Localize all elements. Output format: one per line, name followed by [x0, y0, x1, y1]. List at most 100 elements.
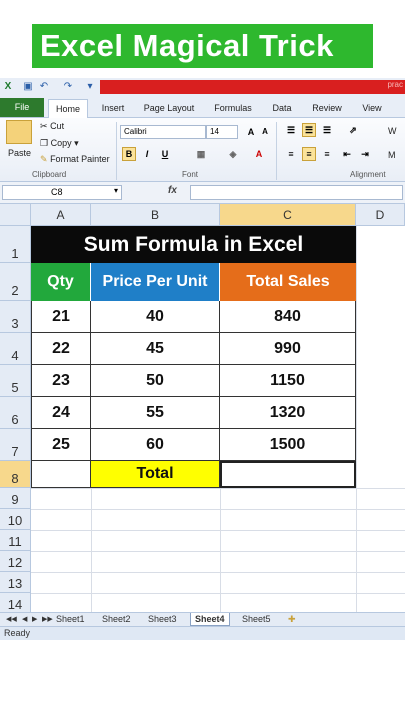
table-cell-price[interactable]: 55	[91, 397, 220, 429]
sheet-tab-2[interactable]: Sheet2	[98, 613, 135, 626]
tab-view[interactable]: View	[356, 99, 388, 118]
column-header-d[interactable]: D	[356, 204, 405, 226]
align-middle-icon[interactable]: ☰	[302, 123, 316, 137]
row-header-5[interactable]: 5	[0, 365, 31, 397]
table-cell-price[interactable]: 50	[91, 365, 220, 397]
shrink-font-button[interactable]: A	[258, 125, 272, 139]
header-qty[interactable]: Qty	[31, 263, 91, 301]
align-right-icon[interactable]: ≡	[320, 147, 334, 161]
font-size-select[interactable]: 14	[206, 125, 238, 139]
table-cell-qty[interactable]: 23	[31, 365, 91, 397]
row-header-9[interactable]: 9	[0, 488, 31, 509]
total-value-cell-selected[interactable]	[220, 461, 356, 488]
sheet-tab-bar: ◀◀ ◀ ▶ ▶▶ Sheet1 Sheet2 Sheet3 Sheet4 Sh…	[0, 612, 405, 626]
table-cell-total-sales[interactable]: 990	[220, 333, 356, 365]
header-price-per-unit[interactable]: Price Per Unit	[91, 263, 220, 301]
clipboard-group-label: Clipboard	[32, 170, 67, 179]
table-cell-qty[interactable]: 24	[31, 397, 91, 429]
merge-center-button[interactable]: M	[388, 150, 396, 160]
format-painter-label: Format Painter	[50, 154, 110, 164]
table-cell-price[interactable]: 60	[91, 429, 220, 461]
table-cell-qty[interactable]: 25	[31, 429, 91, 461]
tab-data[interactable]: Data	[266, 99, 298, 118]
table-cell-total-sales[interactable]: 1150	[220, 365, 356, 397]
align-top-icon[interactable]: ☰	[284, 123, 298, 137]
borders-icon[interactable]: ▦	[194, 147, 208, 161]
table-cell-qty[interactable]: 21	[31, 301, 91, 333]
table-title[interactable]: Sum Formula in Excel	[31, 226, 356, 263]
row-header-2[interactable]: 2	[0, 263, 31, 301]
scissors-icon: ✂	[40, 121, 48, 131]
name-box-dropdown-icon[interactable]: ▾	[114, 186, 118, 195]
table-cell-price[interactable]: 45	[91, 333, 220, 365]
column-header-b[interactable]: B	[91, 204, 220, 226]
table-cell-total-sales[interactable]: 840	[220, 301, 356, 333]
sheet-tab-1[interactable]: Sheet1	[52, 613, 89, 626]
copy-label: Copy	[50, 138, 72, 148]
ribbon: Paste ✂ Cut ❐ Copy ▾ ✎ Format Painter Cl…	[0, 118, 405, 182]
paste-icon[interactable]	[6, 120, 32, 144]
tab-home[interactable]: Home	[48, 99, 88, 119]
window-title: prac	[387, 80, 403, 89]
table-cell-total-sales[interactable]: 1500	[220, 429, 356, 461]
customize-toolbar-icon[interactable]: ▾	[84, 81, 96, 93]
wrap-text-button[interactable]: W	[388, 126, 397, 136]
copy-button[interactable]: ❐ Copy ▾	[40, 138, 79, 149]
sheet-tab-5[interactable]: Sheet5	[238, 613, 275, 626]
tab-page-layout[interactable]: Page Layout	[140, 99, 198, 118]
row-header-1[interactable]: 1	[0, 226, 31, 263]
total-label-cell[interactable]: Total	[91, 461, 220, 488]
row-header-11[interactable]: 11	[0, 530, 31, 551]
alignment-group-label: Alignment	[350, 170, 386, 179]
align-left-icon[interactable]: ≡	[284, 147, 298, 161]
row-header-13[interactable]: 13	[0, 572, 31, 593]
insert-sheet-icon[interactable]: ✚	[284, 613, 300, 626]
table-cell-price[interactable]: 40	[91, 301, 220, 333]
italic-button[interactable]: I	[140, 147, 154, 161]
font-name-select[interactable]: Calibri	[120, 125, 206, 139]
undo-icon[interactable]: ↶	[38, 81, 50, 93]
format-painter-button[interactable]: ✎ Format Painter	[40, 154, 110, 165]
paste-button[interactable]: Paste	[8, 148, 31, 158]
redo-icon[interactable]: ↷	[62, 81, 74, 93]
sheet-tab-3[interactable]: Sheet3	[144, 613, 181, 626]
orientation-icon[interactable]: ⇗	[346, 123, 360, 137]
align-bottom-icon[interactable]: ☰	[320, 123, 334, 137]
increase-indent-icon[interactable]: ⇥	[358, 147, 372, 161]
table-cell-total-sales[interactable]: 1320	[220, 397, 356, 429]
row-header-14[interactable]: 14	[0, 593, 31, 612]
select-all-corner[interactable]	[0, 204, 31, 226]
insert-function-button[interactable]: fx	[168, 185, 177, 196]
row-header-10[interactable]: 10	[0, 509, 31, 530]
bold-button[interactable]: B	[122, 147, 136, 161]
header-total-sales[interactable]: Total Sales	[220, 263, 356, 301]
sheet-tab-4-active[interactable]: Sheet4	[190, 613, 230, 626]
table-cell-qty[interactable]: 22	[31, 333, 91, 365]
cut-button[interactable]: ✂ Cut	[40, 121, 64, 132]
decrease-indent-icon[interactable]: ⇤	[340, 147, 354, 161]
row-header-12[interactable]: 12	[0, 551, 31, 572]
total-row-empty-cell[interactable]	[31, 461, 91, 488]
grow-font-button[interactable]: A	[244, 125, 258, 139]
save-icon[interactable]: ▣	[22, 81, 34, 93]
underline-button[interactable]: U	[158, 147, 172, 161]
formula-input[interactable]	[190, 185, 403, 200]
tab-file[interactable]: File	[0, 98, 44, 117]
tab-formulas[interactable]: Formulas	[210, 99, 256, 118]
column-header-a[interactable]: A	[31, 204, 91, 226]
row-header-8[interactable]: 8	[0, 461, 31, 488]
row-header-7[interactable]: 7	[0, 429, 31, 461]
formula-bar: C8 ▾ fx	[0, 182, 405, 204]
row-header-6[interactable]: 6	[0, 397, 31, 429]
banner-title: Excel Magical Trick	[32, 24, 373, 68]
column-header-c[interactable]: C	[220, 204, 356, 226]
fill-color-icon[interactable]: ◈	[226, 147, 240, 161]
gridline	[31, 488, 405, 489]
row-header-4[interactable]: 4	[0, 333, 31, 365]
name-box[interactable]: C8	[2, 185, 122, 200]
tab-review[interactable]: Review	[308, 99, 346, 118]
align-center-icon[interactable]: ≡	[302, 147, 316, 161]
font-color-button[interactable]: A	[252, 147, 266, 161]
tab-insert[interactable]: Insert	[96, 99, 130, 118]
row-header-3[interactable]: 3	[0, 301, 31, 333]
